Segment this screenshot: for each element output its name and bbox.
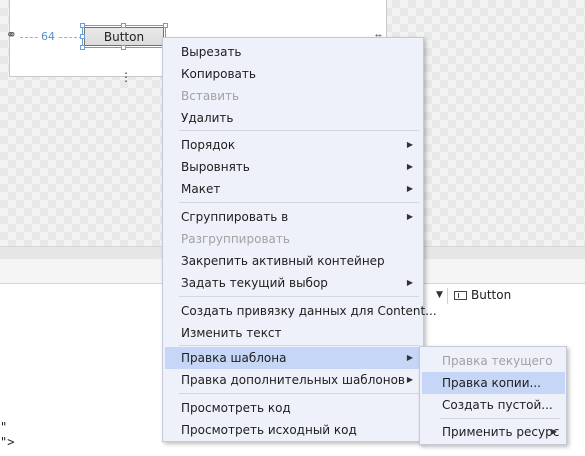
menu-separator (179, 345, 419, 346)
menu-item-cut[interactable]: Вырезать (165, 41, 421, 63)
menu-separator (440, 418, 560, 419)
menu-item-edit-template[interactable]: Правка шаблона ▶ (165, 347, 421, 369)
menu-item-label: Порядок (181, 138, 236, 152)
context-menu: Вырезать Копировать Вставить Удалить Пор… (162, 37, 437, 442)
menu-item-edit-text[interactable]: Изменить текст (165, 322, 421, 344)
menu-item-set-current-selection[interactable]: Задать текущий выбор ▶ (165, 272, 421, 294)
menu-item-delete[interactable]: Удалить (165, 107, 421, 129)
submenu-arrow-icon: ▶ (406, 278, 413, 287)
chevron-down-icon[interactable]: ▼ (436, 290, 443, 300)
resize-handle-bottom-left[interactable] (80, 45, 85, 50)
submenu-arrow-icon: ▶ (406, 212, 413, 221)
submenu-arrow-icon: ▶ (406, 375, 413, 384)
submenu-arrow-icon: ▶ (406, 162, 413, 171)
margin-link-icon[interactable]: ⚭ (6, 29, 20, 42)
edit-template-submenu: Правка текущего Правка копии... Создать … (419, 346, 567, 445)
resize-handle-left[interactable] (80, 34, 85, 39)
resize-handle-top-right[interactable] (163, 23, 168, 28)
menu-item-label: Задать текущий выбор (181, 276, 328, 290)
menu-item-ungroup: Разгруппировать (181, 232, 290, 246)
resize-handle-bottom[interactable] (121, 45, 126, 50)
submenu-item-create-empty[interactable]: Создать пустой... (422, 394, 565, 416)
menu-separator (179, 202, 419, 203)
menu-item-label: Макет (181, 182, 221, 196)
menu-item-pin-active-container[interactable]: Закрепить активный контейнер (165, 250, 421, 272)
submenu-item-apply-resource[interactable]: Применить ресурс ▶ (422, 421, 565, 443)
submenu-item-edit-current: Правка текущего (442, 354, 553, 368)
menu-item-create-data-binding[interactable]: Создать привязку данных для Content... (165, 300, 437, 322)
design-button[interactable]: Button (84, 27, 164, 46)
breadcrumb-element-button[interactable]: Button (471, 288, 511, 302)
menu-separator (179, 393, 419, 394)
menu-item-align[interactable]: Выровнять ▶ (165, 156, 421, 178)
submenu-arrow-icon: ▶ (406, 140, 413, 149)
submenu-item-edit-copy[interactable]: Правка копии... (422, 372, 565, 394)
code-line: "> (0, 435, 15, 449)
submenu-arrow-icon: ▶ (550, 427, 557, 436)
menu-item-label: Сгруппировать в (181, 210, 289, 224)
menu-item-order[interactable]: Порядок ▶ (165, 134, 421, 156)
button-element-icon (454, 291, 467, 300)
submenu-arrow-icon: ▶ (406, 184, 413, 193)
code-line: " (0, 420, 8, 434)
menu-item-view-code[interactable]: Просмотреть код (165, 397, 421, 419)
menu-item-view-source[interactable]: Просмотреть исходный код (165, 419, 421, 441)
breadcrumb-divider (447, 288, 448, 304)
menu-separator (179, 130, 419, 131)
submenu-arrow-icon: ▶ (406, 353, 413, 362)
menu-item-label: Применить ресурс (442, 425, 560, 439)
resize-handle-top[interactable] (121, 23, 126, 28)
menu-item-copy[interactable]: Копировать (165, 63, 421, 85)
menu-item-label: Правка дополнительных шаблонов (181, 373, 405, 387)
menu-item-label: Выровнять (181, 160, 250, 174)
menu-item-edit-additional-templates[interactable]: Правка дополнительных шаблонов ▶ (165, 369, 421, 391)
menu-item-group-into[interactable]: Сгруппировать в ▶ (165, 206, 421, 228)
menu-separator (179, 296, 419, 297)
menu-item-paste: Вставить (181, 89, 240, 103)
menu-item-label: Правка шаблона (181, 351, 287, 365)
resize-handle-top-left[interactable] (80, 23, 85, 28)
margin-value[interactable]: 64 (39, 30, 57, 43)
anchor-bottom-icon[interactable]: ⋮ (120, 70, 132, 84)
menu-item-layout[interactable]: Макет ▶ (165, 178, 421, 200)
